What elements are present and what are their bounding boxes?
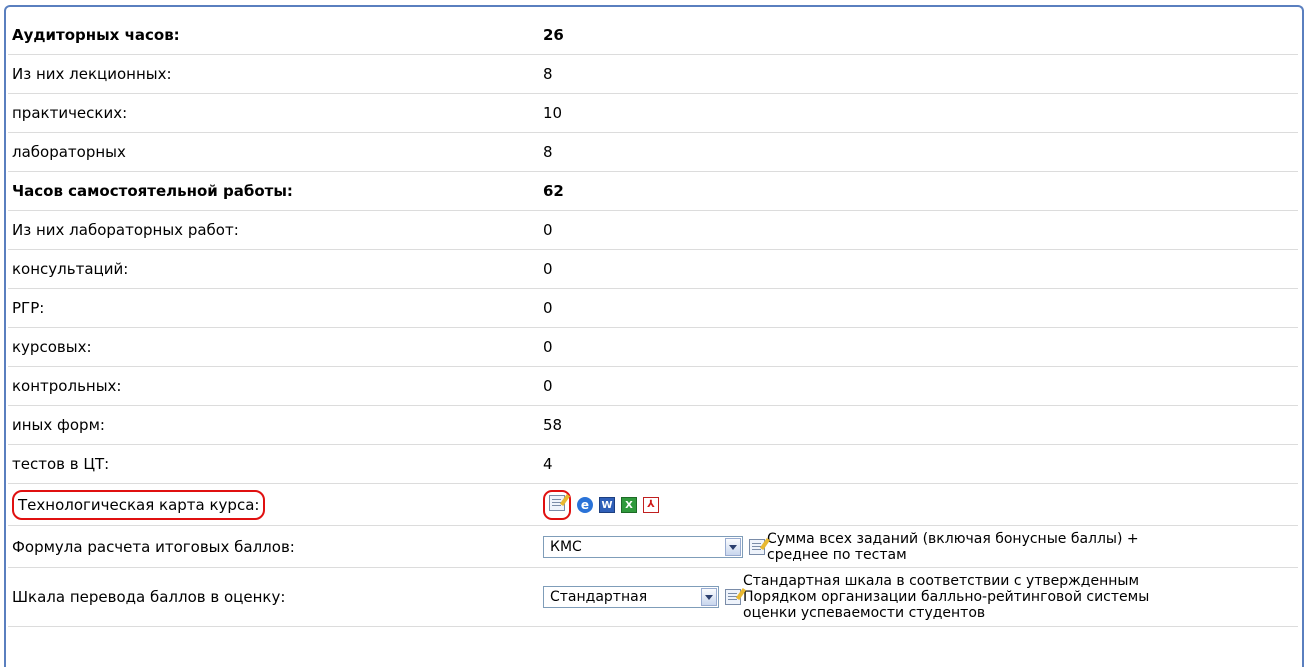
table-row: тестов в ЦТ: 4 (8, 444, 1298, 484)
table-row: иных форм: 58 (8, 405, 1298, 445)
table-row: практических: 10 (8, 93, 1298, 133)
table-row: Из них лекционных: 8 (8, 54, 1298, 94)
row-label: Из них лекционных: (8, 54, 537, 94)
row-label: иных форм: (8, 405, 537, 445)
formula-select[interactable]: КМС (543, 535, 743, 558)
scale-select-value: Стандартная (550, 589, 648, 605)
table-row: Из них лабораторных работ: 0 (8, 210, 1298, 250)
row-value: 10 (537, 93, 1298, 133)
scale-select[interactable]: Стандартная (543, 586, 719, 608)
row-value: 0 (537, 249, 1298, 289)
formula-description-line: Сумма всех заданий (включая бонусные бал… (767, 530, 1139, 547)
scale-description-line: оценки успеваемости студентов (743, 605, 986, 621)
table-row: Аудиторных часов: 26 (8, 16, 1298, 55)
row-label: тестов в ЦТ: (8, 444, 537, 484)
word-icon[interactable]: W (599, 496, 615, 513)
row-value: 26 (537, 16, 1298, 55)
table-row: РГР: 0 (8, 288, 1298, 328)
edit-icon[interactable] (549, 494, 565, 511)
table-row: курсовых: 0 (8, 327, 1298, 367)
formula-description-line: среднее по тестам (767, 546, 907, 563)
row-label: курсовых: (8, 327, 537, 367)
scale-description: Стандартная шкала в соответствии с утвер… (743, 573, 1149, 621)
scale-controls: Стандартная Стандартная шкала в соответс… (537, 567, 1298, 627)
scale-description-line: Стандартная шкала в соответствии с утвер… (743, 573, 1140, 589)
chevron-down-icon[interactable] (701, 588, 717, 606)
pdf-icon[interactable]: ⅄ (643, 496, 659, 513)
scale-edit-icon[interactable] (725, 589, 741, 605)
scale-description-line: Порядком организации балльно-рейтинговой… (743, 589, 1150, 605)
row-label: практических: (8, 93, 537, 133)
row-value: 8 (537, 132, 1298, 172)
chevron-down-icon[interactable] (725, 537, 741, 556)
row-value: 0 (537, 327, 1298, 367)
table-row: консультаций: 0 (8, 249, 1298, 289)
row-label: Часов самостоятельной работы: (8, 171, 537, 211)
scale-row: Шкала перевода баллов в оценку: Стандарт… (8, 567, 1298, 627)
table-row: лабораторных 8 (8, 132, 1298, 172)
row-label: Аудиторных часов: (8, 16, 537, 55)
tech-card-icons: e W X ⅄ (543, 489, 659, 520)
ie-icon[interactable]: e (577, 496, 593, 513)
row-value: 0 (537, 210, 1298, 250)
row-value: 8 (537, 54, 1298, 94)
row-value: 4 (537, 444, 1298, 484)
formula-select-value: КМС (550, 538, 582, 555)
row-label: консультаций: (8, 249, 537, 289)
tech-card-cell: Технологическая карта курса: (8, 483, 537, 526)
row-label: контрольных: (8, 366, 537, 406)
formula-row: Формула расчета итоговых баллов: КМС Сум… (8, 525, 1298, 568)
row-label: лабораторных (8, 132, 537, 172)
formula-label: Формула расчета итоговых баллов: (8, 525, 537, 568)
formula-edit-icon[interactable] (749, 538, 765, 555)
table-row: Часов самостоятельной работы: 62 (8, 171, 1298, 211)
course-hours-table: Аудиторных часов: 26 Из них лекционных: … (8, 16, 1298, 627)
tech-card-row: Технологическая карта курса: e W X ⅄ (8, 483, 1298, 526)
tech-card-label-highlight: Технологическая карта курса: (12, 489, 266, 520)
row-value: 58 (537, 405, 1298, 445)
row-label: Из них лабораторных работ: (8, 210, 537, 250)
excel-icon[interactable]: X (621, 496, 637, 513)
row-value: 0 (537, 288, 1298, 328)
formula-description: Сумма всех заданий (включая бонусные бал… (767, 531, 1139, 563)
formula-controls: КМС Сумма всех заданий (включая бонусные… (537, 525, 1298, 568)
tech-card-label: Технологическая карта курса: (18, 495, 260, 514)
edit-icon-highlight (543, 489, 571, 520)
tech-card-actions: e W X ⅄ (537, 483, 1298, 526)
scale-label: Шкала перевода баллов в оценку: (8, 567, 537, 627)
row-label: РГР: (8, 288, 537, 328)
table-row: контрольных: 0 (8, 366, 1298, 406)
row-value: 0 (537, 366, 1298, 406)
row-value: 62 (537, 171, 1298, 211)
